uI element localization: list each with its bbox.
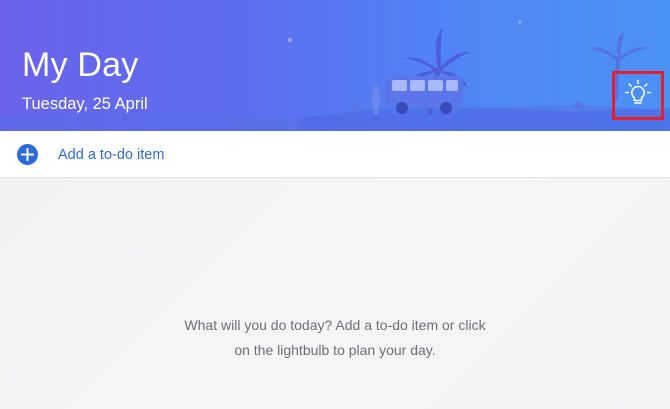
lightbulb-icon bbox=[624, 79, 652, 112]
empty-state-line-1: What will you do today? Add a to-do item… bbox=[184, 317, 486, 333]
date-subtitle: Tuesday, 25 April bbox=[22, 95, 148, 113]
empty-task-list: What will you do today? Add a to-do item… bbox=[0, 178, 670, 409]
plus-circle-icon[interactable] bbox=[17, 144, 38, 165]
add-todo-input[interactable]: Add a to-do item bbox=[58, 146, 164, 164]
empty-state-line-2: on the lightbulb to plan your day. bbox=[234, 342, 436, 358]
my-day-header: My Day Tuesday, 25 April bbox=[0, 0, 670, 131]
add-todo-row[interactable]: Add a to-do item bbox=[0, 131, 670, 178]
suggestions-button[interactable] bbox=[612, 71, 664, 120]
page-title: My Day bbox=[22, 46, 139, 84]
empty-state-message: What will you do today? Add a to-do item… bbox=[150, 313, 520, 363]
